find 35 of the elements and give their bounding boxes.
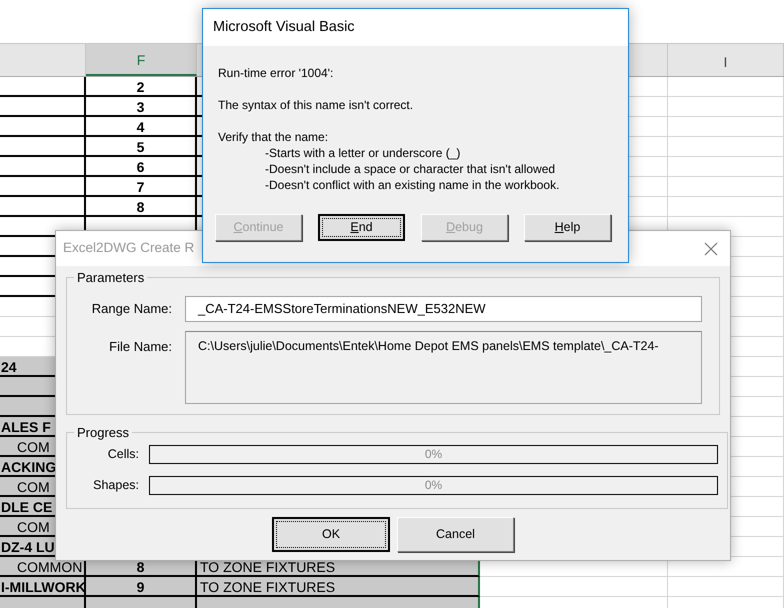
column-header[interactable]: F bbox=[136, 50, 146, 71]
end-button[interactable]: End bbox=[318, 214, 405, 241]
progress-reading: 0% bbox=[424, 477, 442, 494]
column-header[interactable]: I bbox=[724, 52, 728, 73]
table-cell: 8 bbox=[86, 197, 197, 217]
window-title: Excel2DWG Create R bbox=[63, 239, 194, 258]
field-label: File Name: bbox=[108, 338, 172, 356]
help-button[interactable]: Help bbox=[524, 214, 611, 241]
file-name-field[interactable]: C:\Users\julie\Documents\Entek\Home Depot EMS panels\EMS template\_CA-T24- bbox=[185, 330, 702, 404]
table-cell: COMMON bbox=[0, 557, 86, 577]
close-icon[interactable] bbox=[704, 242, 718, 256]
group-title: Parameters bbox=[76, 269, 146, 287]
message-line: Run-time error '1004': bbox=[218, 65, 334, 81]
table-cell: 4 bbox=[86, 117, 197, 137]
field-label: Range Name: bbox=[90, 300, 172, 318]
message-line: -Doesn't include a space or character that isn't allowed bbox=[265, 161, 556, 177]
table-cell: TO ZONE FIXTURES bbox=[197, 577, 480, 597]
message-line: The syntax of this name isn't correct. bbox=[218, 97, 414, 113]
table-cell: 5 bbox=[86, 137, 197, 157]
progress-label: Shapes: bbox=[92, 476, 139, 494]
progress-reading: 0% bbox=[424, 446, 442, 463]
range-name-field[interactable]: _CA-T24-EMSStoreTerminationsNEW_E532NEW bbox=[185, 296, 702, 322]
progress-label: Cells: bbox=[106, 446, 139, 463]
ok-button[interactable]: OK bbox=[272, 517, 390, 552]
message-line: Verify that the name: bbox=[218, 129, 328, 145]
table-cell: 9 bbox=[86, 577, 197, 597]
table-cell: 3 bbox=[86, 97, 197, 117]
message-line: -Doesn't conflict with an existing name in the workbook. bbox=[265, 177, 560, 193]
cancel-button[interactable]: Cancel bbox=[397, 517, 514, 552]
table-cell: 2 bbox=[86, 77, 197, 97]
table-cell: I-MILLWORK bbox=[0, 577, 86, 597]
message-line: -Starts with a letter or underscore (_) bbox=[265, 145, 460, 161]
window-title: Microsoft Visual Basic bbox=[213, 18, 355, 37]
table-cell: 7 bbox=[86, 177, 197, 197]
table-cell: 6 bbox=[86, 157, 197, 177]
